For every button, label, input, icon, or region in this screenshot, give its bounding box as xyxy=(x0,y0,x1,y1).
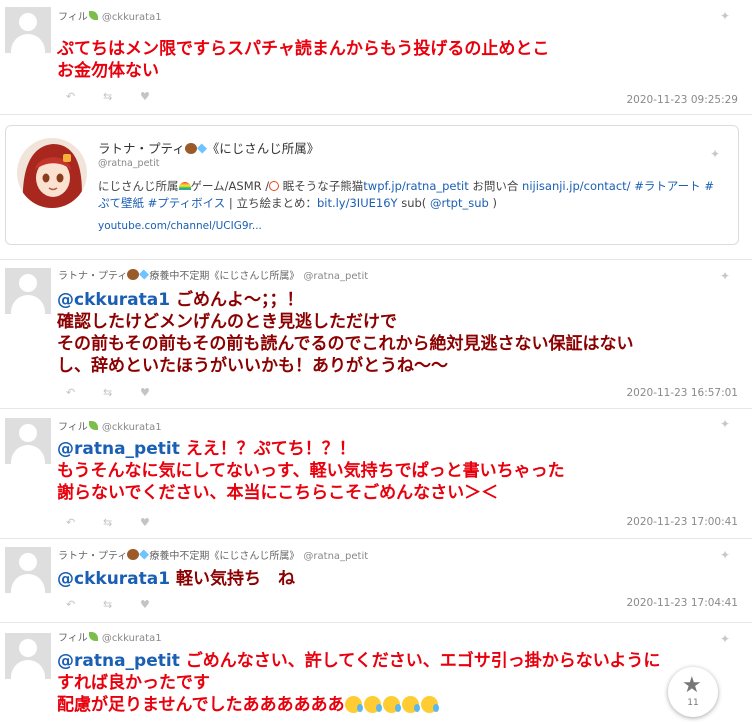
crying-face-icon xyxy=(344,696,363,713)
heart-icon[interactable]: ♥ xyxy=(140,516,177,529)
tweet-author[interactable]: ラトナ・プティ 療養中不定期《にじさんじ所属》 @ratna_petit xyxy=(58,547,368,562)
profile-url[interactable]: youtube.com/channel/UCIG9r... xyxy=(98,220,262,232)
leaf-icon xyxy=(88,11,98,20)
diamond-icon xyxy=(139,269,150,280)
avatar[interactable] xyxy=(5,7,51,53)
tweet-author[interactable]: フィル @ckkurata1 xyxy=(58,629,162,644)
star-icon: ★ xyxy=(682,673,702,698)
retweet-icon[interactable]: ⇆ xyxy=(103,90,140,103)
mention-link[interactable]: @rtpt_sub xyxy=(430,196,489,210)
tweet-text: @ratna_petit ええ！？ぷてち！？！ もうそんなに気にしてないっす、軽… xyxy=(57,439,565,503)
crying-face-icon xyxy=(382,696,401,713)
profile-avatar[interactable] xyxy=(17,138,87,208)
tweet: フィル @ckkurata1 ✦ @ratna_petit ごめんなさい、許してく… xyxy=(0,623,752,722)
hashtag-link[interactable]: # xyxy=(701,179,714,193)
author-name: ラトナ・プティ xyxy=(58,551,128,562)
diamond-icon xyxy=(139,549,150,560)
rainbow-icon xyxy=(178,182,191,190)
twitter-bird-icon[interactable]: ✦ xyxy=(710,148,724,160)
reply-icon[interactable]: ↶ xyxy=(66,386,103,399)
clock-icon xyxy=(269,181,280,191)
tweet: フィル @ckkurata1 ✦ ぷてちはメン限ですらスパチャ読まんからもう投げる… xyxy=(0,0,752,115)
author-name: フィル xyxy=(58,12,88,23)
hashtag-link[interactable]: #ラトアート xyxy=(631,179,700,193)
tweet-author[interactable]: フィル @ckkurata1 xyxy=(58,8,162,23)
twitter-bird-icon[interactable]: ✦ xyxy=(720,418,734,430)
tweet-actions: ↶ ⇆ ♥ xyxy=(66,516,177,529)
hashtag-link[interactable]: ぷて壁紙 xyxy=(98,196,144,210)
tweet-text: ぷてちはメン限ですらスパチャ読まんからもう投げるの止めとこ お金勿体ない xyxy=(57,39,550,81)
reply-icon[interactable]: ↶ xyxy=(66,516,103,529)
reply-icon[interactable]: ↶ xyxy=(66,90,103,103)
author-name: フィル xyxy=(58,633,88,644)
mention-link[interactable]: @ratna_petit xyxy=(57,439,180,459)
tweet-author[interactable]: ラトナ・プティ 療養中不定期《にじさんじ所属》 @ratna_petit xyxy=(58,267,368,282)
avatar[interactable] xyxy=(5,633,51,679)
author-name: フィル xyxy=(58,422,88,433)
bear-icon xyxy=(184,143,197,154)
twitter-bird-icon[interactable]: ✦ xyxy=(720,633,734,645)
crying-face-icon xyxy=(420,696,439,713)
tweet: フィル @ckkurata1 ✦ @ratna_petit ええ！？ぷてち！？！ … xyxy=(0,408,752,539)
author-handle: @ratna_petit xyxy=(303,271,369,282)
tweet-actions: ↶ ⇆ ♥ xyxy=(66,598,177,611)
profile-name[interactable]: ラトナ・プティ 《にじさんじ所属》 xyxy=(98,138,319,157)
leaf-icon xyxy=(88,632,98,641)
tweet: ラトナ・プティ 療養中不定期《にじさんじ所属》 @ratna_petit ✦ @ck… xyxy=(0,259,752,409)
tweet-actions: ↶ ⇆ ♥ xyxy=(66,90,177,103)
twitter-bird-icon[interactable]: ✦ xyxy=(720,10,734,22)
tweet-timestamp[interactable]: 2020-11-23 16:57:01 xyxy=(626,387,738,399)
heart-icon[interactable]: ♥ xyxy=(140,386,177,399)
favorite-fab-button[interactable]: ★ 11 xyxy=(668,667,718,717)
heart-icon[interactable]: ♥ xyxy=(140,90,177,103)
retweet-icon[interactable]: ⇆ xyxy=(103,386,140,399)
author-handle: @ckkurata1 xyxy=(101,12,162,23)
author-name: ラトナ・プティ xyxy=(58,271,128,282)
tweet-timestamp[interactable]: 2020-11-23 17:04:41 xyxy=(626,597,738,609)
author-handle: @ratna_petit xyxy=(303,551,369,562)
bio-link[interactable]: bit.ly/3IUE16Y xyxy=(317,196,398,210)
mention-link[interactable]: @ckkurata1 xyxy=(57,290,170,310)
bear-icon xyxy=(127,549,140,560)
tweet-text: @ckkurata1 ごめんよ～；；！ 確認したけどメンげんのとき見逃しただけで… xyxy=(57,290,634,376)
hashtag-link[interactable]: #プティボイス xyxy=(144,196,226,210)
profile-handle[interactable]: @ratna_petit xyxy=(98,158,160,169)
author-handle: @ckkurata1 xyxy=(101,422,162,433)
retweet-icon[interactable]: ⇆ xyxy=(103,598,140,611)
avatar[interactable] xyxy=(5,547,51,593)
author-handle: @ckkurata1 xyxy=(101,633,162,644)
tweet-timestamp[interactable]: 2020-11-23 17:00:41 xyxy=(626,516,738,528)
tweet: ラトナ・プティ 療養中不定期《にじさんじ所属》 @ratna_petit ✦ @ck… xyxy=(0,539,752,623)
bear-icon xyxy=(127,269,140,280)
twitter-bird-icon[interactable]: ✦ xyxy=(720,270,734,282)
reply-icon[interactable]: ↶ xyxy=(66,598,103,611)
twitter-bird-icon[interactable]: ✦ xyxy=(720,549,734,561)
heart-icon[interactable]: ♥ xyxy=(140,598,177,611)
diamond-icon xyxy=(196,143,207,154)
retweet-icon[interactable]: ⇆ xyxy=(103,516,140,529)
tweet-actions: ↶ ⇆ ♥ xyxy=(66,386,177,399)
bio-link[interactable]: twpf.jp/ratna_petit xyxy=(363,179,468,193)
avatar[interactable] xyxy=(5,268,51,314)
tweet-text: @ckkurata1 軽い気持ち ね xyxy=(57,569,295,589)
mention-link[interactable]: @ratna_petit xyxy=(57,651,180,671)
mention-link[interactable]: @ckkurata1 xyxy=(57,569,170,589)
avatar[interactable] xyxy=(5,418,51,464)
profile-card[interactable]: ラトナ・プティ 《にじさんじ所属》 @ratna_petit ✦ にじさんじ所属ゲ… xyxy=(5,125,739,245)
favorite-count: 11 xyxy=(687,698,699,708)
crying-face-icon xyxy=(401,696,420,713)
bio-link[interactable]: nijisanji.jp/contact/ xyxy=(522,179,631,193)
tweet-text: @ratna_petit ごめんなさい、許してください、エゴサ引っ掛からないよう… xyxy=(57,651,661,715)
tweet-author[interactable]: フィル @ckkurata1 xyxy=(58,418,162,433)
crying-face-icon xyxy=(363,696,382,713)
profile-bio: にじさんじ所属 ゲーム/ASMR / 眠そうな子熊猫twpf.jp/ratna_p… xyxy=(98,179,714,210)
leaf-icon xyxy=(88,421,98,430)
tweet-timestamp[interactable]: 2020-11-23 09:25:29 xyxy=(626,94,738,106)
